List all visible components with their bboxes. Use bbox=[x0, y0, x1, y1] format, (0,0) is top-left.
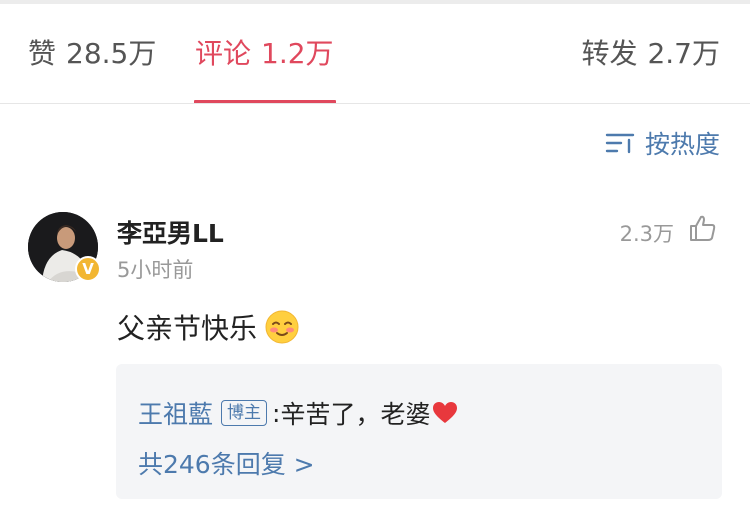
tab-reposts[interactable]: 转发 2.7万 bbox=[581, 36, 720, 72]
reply-line: 王祖藍 博主 : 辛苦了，老婆 bbox=[138, 395, 458, 431]
sort-icon bbox=[605, 133, 635, 154]
verified-badge-icon: V bbox=[75, 256, 101, 282]
sort-label: 按热度 bbox=[644, 130, 720, 159]
heart-icon bbox=[433, 402, 458, 423]
comment-like-count: 2.3万 bbox=[619, 222, 674, 246]
tab-divider bbox=[0, 103, 750, 104]
tab-likes-label: 赞 bbox=[28, 37, 57, 70]
reply-preview[interactable]: 王祖藍 博主 : 辛苦了，老婆 共246条回复 > bbox=[116, 364, 722, 499]
sort-button[interactable]: 按热度 bbox=[605, 126, 720, 160]
tab-likes[interactable]: 赞 28.5万 bbox=[28, 36, 156, 72]
comment-content: 父亲节快乐 bbox=[117, 307, 299, 347]
view-all-replies-link[interactable]: 共246条回复 > bbox=[138, 445, 315, 481]
author-badge: 博主 bbox=[221, 400, 268, 426]
comment-time: 5小时前 bbox=[117, 258, 194, 282]
thumbs-up-icon[interactable] bbox=[688, 214, 716, 242]
comment-username[interactable]: 李亞男LL bbox=[117, 214, 224, 250]
tab-comments[interactable]: 评论 1.2万 bbox=[195, 36, 334, 72]
tab-reposts-label: 转发 bbox=[581, 37, 638, 70]
tab-comments-label: 评论 bbox=[195, 37, 252, 70]
tab-reposts-count: 2.7万 bbox=[647, 37, 720, 70]
tab-bar: 赞 28.5万 评论 1.2万 转发 2.7万 bbox=[0, 4, 750, 104]
tab-comments-count: 1.2万 bbox=[261, 37, 334, 70]
reply-separator: : bbox=[272, 398, 281, 428]
reply-username[interactable]: 王祖藍 bbox=[138, 395, 213, 431]
tab-likes-count: 28.5万 bbox=[66, 37, 157, 70]
blushing-smile-emoji-icon bbox=[265, 310, 299, 344]
comment-text: 父亲节快乐 bbox=[117, 312, 258, 345]
reply-text: 辛苦了，老婆 bbox=[280, 400, 431, 429]
